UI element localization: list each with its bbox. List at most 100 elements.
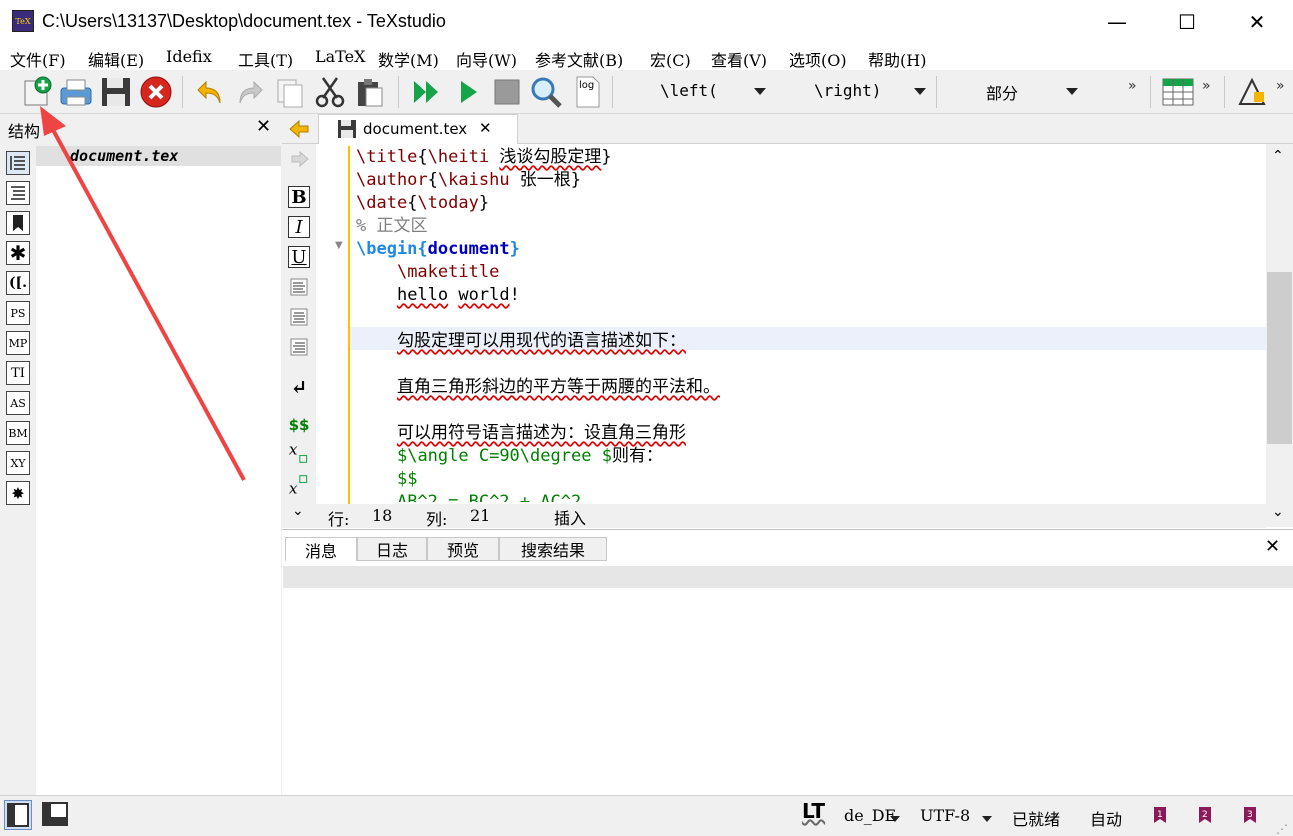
toggle-messages-icon[interactable]	[40, 800, 72, 830]
code-line[interactable]: $\angle C=90\degree $则有：	[356, 445, 1261, 468]
menu-macros[interactable]: 宏(C)	[650, 47, 691, 71]
structure-close-button[interactable]: ✕	[256, 116, 271, 137]
languagetool-status[interactable]: LT	[802, 799, 825, 823]
structure-view-icon[interactable]	[6, 151, 30, 175]
xymatrix-button[interactable]: XY	[6, 451, 30, 475]
menu-wizards[interactable]: 向导(W)	[456, 47, 517, 71]
code-line[interactable]: hello world!	[356, 284, 1261, 307]
next-document-icon[interactable]	[290, 149, 310, 173]
toolbar-overflow-icon[interactable]: »	[1128, 78, 1137, 94]
fold-toggle-icon[interactable]: ▼	[335, 240, 343, 251]
table-icon[interactable]	[1160, 74, 1196, 110]
menu-math[interactable]: 数学(M)	[378, 47, 439, 71]
code-line[interactable]: 可以用符号语言描述为：设直角三角形	[356, 422, 1261, 445]
code-line[interactable]: \date{\today}	[356, 192, 1261, 215]
metapost-button[interactable]: MP	[6, 331, 30, 355]
align-left-icon[interactable]	[288, 276, 310, 298]
italic-button[interactable]: I	[288, 216, 310, 238]
bookmarks-icon[interactable]	[6, 211, 30, 235]
bookmark-1-icon[interactable]: 1	[1152, 806, 1168, 828]
align-right-icon[interactable]	[288, 336, 310, 358]
tab-log[interactable]: 日志	[357, 537, 427, 561]
bookmark-3-icon[interactable]: 3	[1242, 806, 1258, 828]
code-line[interactable]: \author{\kaishu 张一根}	[356, 169, 1261, 192]
left-delimiter-combo[interactable]: \left(	[622, 80, 770, 106]
scroll-up-icon[interactable]: ⌃	[1272, 148, 1284, 164]
special-symbols-icon[interactable]: ✸	[6, 481, 30, 505]
underline-button[interactable]: U	[288, 246, 310, 268]
tikz-button[interactable]: TI	[6, 361, 30, 385]
inline-math-icon[interactable]: $$	[288, 414, 310, 436]
code-line[interactable]: \title{\heiti 浅谈勾股定理}	[356, 146, 1261, 169]
tab-close-button[interactable]: ✕	[479, 119, 492, 137]
minimize-button[interactable]: —	[1082, 0, 1152, 44]
asymptote-button[interactable]: AS	[6, 391, 30, 415]
tree-item-document[interactable]: document.tex	[70, 147, 178, 165]
menu-edit[interactable]: 编辑(E)	[88, 47, 144, 71]
close-document-icon[interactable]	[138, 74, 174, 110]
code-editor[interactable]: \title{\heiti 浅谈勾股定理} \author{\kaishu 张一根…	[356, 146, 1261, 502]
code-line[interactable]: 直角三角形斜边的平方等于两腰的平法和。	[356, 376, 1261, 399]
view-log-icon[interactable]: log	[570, 74, 606, 110]
pstricks-button[interactable]: PS	[6, 301, 30, 325]
messages-close-button[interactable]: ✕	[1265, 536, 1280, 557]
build-and-view-icon[interactable]	[408, 74, 444, 110]
texstudio-app-icon[interactable]: TeX	[12, 10, 34, 32]
code-line[interactable]	[356, 307, 1261, 330]
save-icon[interactable]	[98, 74, 134, 110]
brackets-icon[interactable]: ([.	[6, 271, 30, 295]
sectioning-combo[interactable]: 部分	[944, 80, 1082, 106]
paste-icon[interactable]	[352, 74, 388, 110]
menu-view[interactable]: 查看(V)	[711, 47, 767, 71]
structure-tree[interactable]	[36, 146, 281, 795]
bold-button[interactable]: B	[288, 186, 310, 208]
compile-icon[interactable]	[450, 74, 486, 110]
code-line[interactable]	[356, 353, 1261, 376]
menu-file[interactable]: 文件(F)	[10, 47, 66, 71]
cut-icon[interactable]	[312, 74, 348, 110]
menu-latex[interactable]: LaTeX	[315, 47, 365, 66]
scroll-down-icon[interactable]: ⌄	[1272, 504, 1284, 520]
auto-mode[interactable]: 自动	[1090, 806, 1122, 830]
spell-language-select[interactable]: de_DE	[844, 806, 896, 825]
view-pdf-icon[interactable]	[528, 74, 564, 110]
toolbar-overflow-icon[interactable]: »	[1276, 78, 1285, 94]
menu-bibliography[interactable]: 参考文献(B)	[535, 47, 623, 71]
encoding-select[interactable]: UTF-8	[920, 806, 970, 825]
symbols-asterisk-icon[interactable]: ✱	[6, 241, 30, 265]
tab-search-results[interactable]: 搜索结果	[499, 537, 607, 561]
code-line[interactable]: 勾股定理可以用现代的语言描述如下：	[356, 330, 1261, 353]
undo-icon[interactable]	[192, 74, 228, 110]
code-line[interactable]: \begin{document}	[356, 238, 1261, 261]
code-line[interactable]: % 正文区	[356, 215, 1261, 238]
code-line[interactable]: AB^2 = BC^2 + AC^2	[356, 491, 1261, 502]
print-icon[interactable]	[58, 74, 94, 110]
toolbar-overflow-icon[interactable]: »	[1202, 78, 1211, 94]
align-center-icon[interactable]	[288, 306, 310, 328]
tab-preview[interactable]: 预览	[427, 537, 499, 561]
toggle-structure-icon[interactable]	[4, 800, 32, 830]
copy-icon[interactable]	[272, 74, 308, 110]
tab-document-tex[interactable]: document.tex ✕	[318, 114, 518, 144]
newline-icon[interactable]: ↵	[288, 375, 310, 399]
code-line[interactable]: $$	[356, 468, 1261, 491]
drawing-tools-icon[interactable]	[1234, 74, 1270, 110]
scrollbar-thumb[interactable]	[1267, 272, 1292, 444]
superscript-icon[interactable]: x	[288, 474, 310, 497]
subscript-icon[interactable]: x	[288, 441, 310, 464]
new-file-icon[interactable]	[18, 74, 54, 110]
bookmark-2-icon[interactable]: 2	[1197, 806, 1213, 828]
redo-icon[interactable]	[232, 74, 268, 110]
resize-grip-icon[interactable]: ⋰	[1276, 822, 1288, 836]
beamer-button[interactable]: BM	[6, 421, 30, 445]
close-window-button[interactable]: ✕	[1222, 0, 1292, 44]
code-line[interactable]	[356, 399, 1261, 422]
menu-options[interactable]: 选项(O)	[789, 47, 847, 71]
collapse-icon[interactable]: ⌄	[292, 503, 304, 519]
code-line[interactable]: \maketitle	[356, 261, 1261, 284]
menu-idefix[interactable]: Idefix	[166, 47, 212, 66]
menu-help[interactable]: 帮助(H)	[868, 47, 926, 71]
right-delimiter-combo[interactable]: \right)	[778, 80, 930, 106]
tab-messages[interactable]: 消息	[285, 537, 357, 561]
menu-tools[interactable]: 工具(T)	[238, 47, 293, 71]
